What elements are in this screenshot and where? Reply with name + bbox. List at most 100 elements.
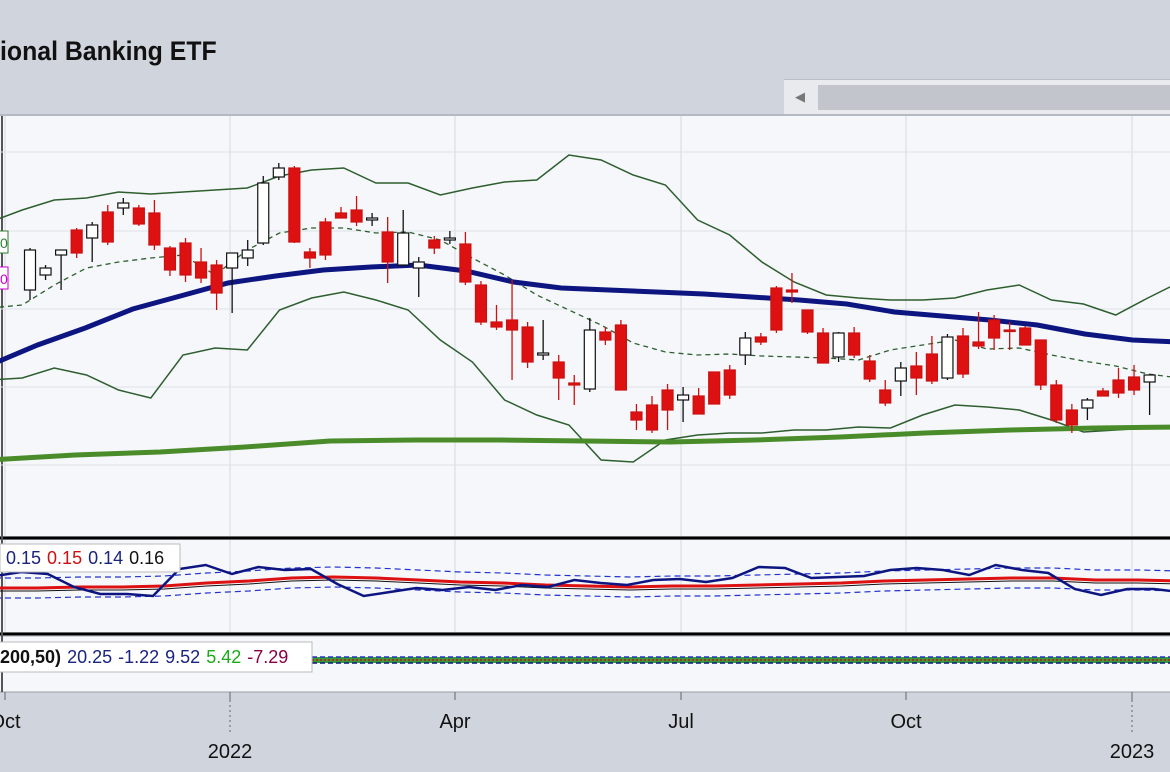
candle-body-6	[117, 202, 130, 209]
candle-body-61	[972, 341, 985, 347]
candle-body-4	[86, 224, 99, 239]
x-tick-label-3: Jul	[668, 711, 694, 733]
indicator-legend-value-0: 0.15	[6, 548, 41, 568]
indicator-legend-value-3: 0.16	[129, 548, 164, 568]
x-tick-label-0: Oct	[0, 711, 21, 733]
candle-body-34	[552, 361, 565, 379]
candle-body-44	[708, 371, 721, 405]
indicator-legend: 0.15 0.15 0.14 0.16	[0, 543, 181, 573]
candle-body-28	[459, 243, 472, 283]
candle-body-66	[1050, 384, 1063, 421]
candle-body-63	[1003, 329, 1016, 333]
x-tick-label-2: Apr	[439, 711, 470, 733]
oscillator-legend: 200,50) 20.25 -1.22 9.52 5.42 -7.29	[0, 641, 313, 673]
candle-body-14	[241, 249, 254, 259]
candle-body-30	[490, 321, 503, 328]
candle-body-68	[1081, 399, 1094, 409]
indicator-legend-value-2: 0.14	[88, 548, 123, 568]
candle-19	[319, 218, 332, 260]
candle-body-24	[397, 232, 410, 266]
candle-66	[1050, 380, 1063, 423]
candle-body-20	[334, 212, 348, 219]
candle-body-32	[521, 326, 534, 363]
price-tag-magenta-text: 0	[0, 271, 8, 287]
candle-38	[614, 320, 628, 391]
candle-body-1	[39, 267, 52, 276]
candle-body-40	[645, 404, 659, 431]
candle-body-47	[754, 336, 767, 343]
candle-body-12	[210, 264, 223, 294]
candle-body-26	[428, 239, 441, 249]
oscillator-legend-value-2: 9.52	[165, 647, 200, 667]
candle-32	[521, 322, 534, 368]
candle-body-41	[661, 389, 674, 411]
oscillator-legend-value-0: 20.25	[67, 647, 112, 667]
candle-body-0	[23, 249, 37, 291]
candle-body-52	[832, 332, 845, 358]
candle-body-65	[1034, 339, 1047, 386]
candle-body-13	[226, 252, 239, 269]
candle-3	[70, 228, 83, 258]
candle-body-9	[163, 247, 177, 271]
oscillator-label: 200,50)	[0, 647, 61, 667]
candle-body-16	[272, 167, 285, 178]
candle-body-31	[505, 319, 519, 331]
x-axis-ticks: Oct 2022 Apr Jul Oct 2023	[0, 692, 1154, 763]
candle-body-11	[194, 261, 208, 279]
candle-body-60	[956, 335, 970, 375]
candle-body-72	[1143, 374, 1156, 383]
oscillator-legend-value-3: 5.42	[206, 647, 241, 667]
candle-60	[956, 328, 970, 378]
candle-7	[132, 205, 145, 226]
candle-body-54	[863, 360, 876, 380]
candle-body-2	[54, 249, 68, 256]
candle-body-67	[1065, 409, 1078, 426]
candle-body-51	[816, 332, 830, 364]
candle-52	[832, 332, 845, 362]
candle-body-22	[366, 217, 379, 221]
candle-body-58	[925, 353, 939, 382]
candle-body-18	[303, 251, 316, 259]
candle-body-35	[568, 382, 581, 386]
oscillator-legend-value-4: -7.29	[247, 647, 288, 667]
candle-body-46	[739, 337, 752, 356]
candle-body-39	[630, 411, 643, 421]
candle-15	[257, 176, 270, 245]
candle-10	[179, 238, 192, 282]
candle-body-7	[132, 207, 145, 225]
candle-body-57	[910, 365, 923, 379]
candle-body-42	[676, 394, 690, 401]
candle-body-21	[350, 209, 363, 223]
candle-body-59	[941, 336, 954, 379]
candle-body-17	[288, 167, 301, 243]
candle-body-48	[770, 287, 783, 331]
candle-body-56	[894, 367, 907, 382]
candle-body-5	[101, 211, 114, 243]
candle-body-3	[70, 229, 83, 254]
x-year-label-1: 2022	[208, 741, 253, 763]
chart-canvas: Oct2022AprJulOct2023 0 0 0.150.150.140.1…	[0, 114, 1170, 763]
candle-29	[474, 281, 488, 325]
oscillator-lines	[312, 656, 1170, 664]
candle-44	[708, 371, 721, 405]
candle-65	[1034, 339, 1047, 390]
candle-48	[770, 286, 783, 333]
candle-body-37	[599, 331, 612, 341]
indicator-legend-value-1: 0.15	[47, 548, 82, 568]
candle-body-45	[723, 369, 736, 396]
candle-body-55	[879, 389, 892, 404]
candle-body-25	[412, 261, 425, 269]
oscillator-legend-value-1: -1.22	[118, 647, 159, 667]
candle-body-38	[614, 324, 628, 391]
candle-body-64	[1019, 327, 1032, 346]
candle-body-23	[381, 231, 394, 263]
candle-51	[816, 328, 830, 364]
candle-body-70	[1112, 379, 1125, 394]
x-year-label-5: 2023	[1110, 741, 1155, 763]
candle-body-33	[537, 352, 550, 356]
candle-body-19	[319, 221, 332, 256]
candle-body-43	[692, 395, 705, 415]
candle-body-27	[443, 237, 456, 241]
candle-body-8	[148, 212, 161, 246]
candle-50	[801, 309, 814, 334]
